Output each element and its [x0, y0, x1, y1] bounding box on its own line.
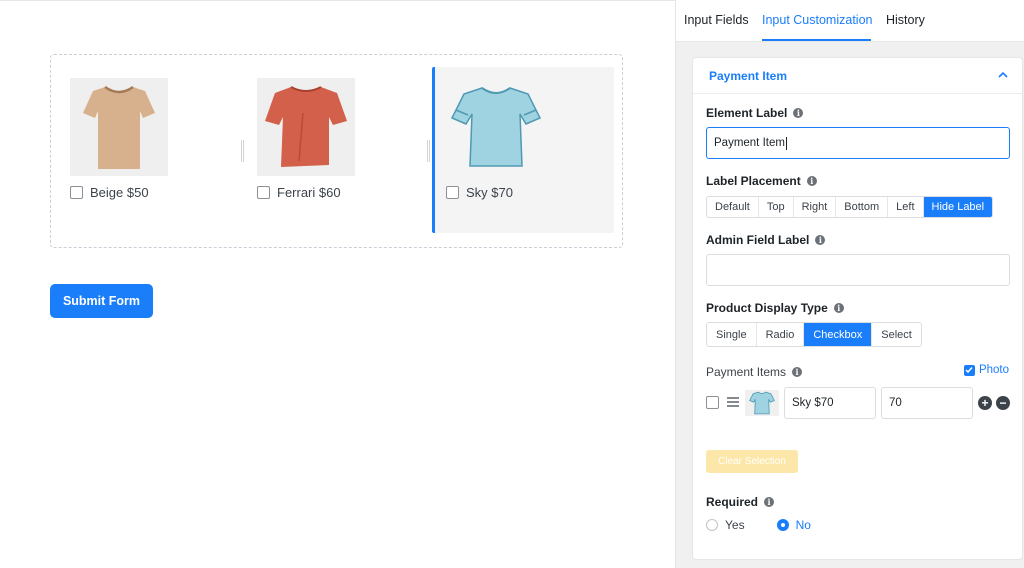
element-label-heading: Element Label i	[706, 106, 804, 120]
product-checkbox-row[interactable]: Ferrari $60	[257, 185, 341, 200]
product-image-beige	[70, 78, 168, 176]
product-checkbox[interactable]	[446, 186, 459, 199]
section-title: Payment Item	[709, 69, 788, 83]
product-option-beige[interactable]: Beige $50	[70, 67, 252, 233]
radio-label: No	[795, 518, 811, 532]
drag-handle-icon[interactable]	[241, 140, 244, 162]
tab-input-fields[interactable]: Input Fields	[684, 13, 749, 27]
photo-label: Photo	[978, 364, 1009, 376]
required-radio-group: Yes No	[706, 518, 811, 532]
form-editor: Beige $50 Ferrari $60 Sky $70 Submit For…	[0, 0, 1024, 568]
tshirt-icon	[450, 87, 542, 167]
info-icon: i	[764, 497, 775, 507]
clear-selection-button[interactable]: Clear Selection	[706, 450, 798, 473]
info-icon: i	[815, 235, 826, 245]
required-title: Required	[706, 495, 759, 509]
tshirt-icon	[83, 85, 155, 169]
product-option-sky[interactable]: Sky $70	[432, 67, 614, 233]
payment-item-row: Sky $70 70 + −	[706, 387, 1016, 419]
item-price-input[interactable]: 70	[881, 387, 973, 419]
product-label: Beige $50	[90, 185, 149, 200]
tab-history[interactable]: History	[886, 13, 925, 27]
label-placement-heading: Label Placement i	[706, 174, 817, 188]
placement-option-top[interactable]: Top	[759, 197, 794, 217]
display-type-heading: Product Display Type i	[706, 301, 844, 315]
tshirt-icon	[265, 86, 347, 167]
payment-items-heading: Payment Items i	[706, 365, 803, 379]
active-tab-indicator	[762, 39, 871, 41]
element-label-title: Element Label	[706, 106, 788, 120]
photo-checkbox[interactable]	[963, 364, 975, 376]
payment-items-title: Payment Items	[706, 365, 787, 379]
photo-toggle[interactable]: Photo	[963, 364, 1009, 376]
product-label: Ferrari $60	[277, 185, 341, 200]
display-option-checkbox[interactable]: Checkbox	[804, 323, 873, 346]
drag-menu-icon[interactable]	[727, 397, 739, 407]
admin-field-label-input[interactable]	[706, 254, 1010, 286]
drag-handle-icon[interactable]	[427, 140, 430, 162]
product-option-ferrari[interactable]: Ferrari $60	[257, 67, 439, 233]
radio-dot[interactable]	[776, 519, 789, 531]
radio-label: Yes	[725, 518, 745, 532]
display-option-single[interactable]: Single	[707, 323, 757, 346]
product-checkbox[interactable]	[70, 186, 83, 199]
info-icon: i	[806, 176, 817, 186]
product-label: Sky $70	[466, 185, 513, 200]
element-label-input[interactable]: Payment Item	[706, 127, 1010, 159]
display-type-segmented: Single Radio Checkbox Select	[706, 322, 922, 347]
label-placement-segmented: Default Top Right Bottom Left Hide Label	[706, 196, 994, 218]
payment-item-settings-card: Payment Item Element Label i Payment Ite…	[692, 57, 1023, 560]
info-icon: i	[833, 303, 844, 313]
info-icon: i	[792, 367, 803, 377]
remove-item-icon[interactable]: −	[996, 396, 1010, 410]
chevron-up-icon[interactable]	[998, 70, 1008, 80]
admin-field-label-title: Admin Field Label	[706, 233, 810, 247]
admin-field-label-heading: Admin Field Label i	[706, 233, 826, 247]
placement-option-default[interactable]: Default	[707, 197, 759, 217]
required-yes-radio[interactable]: Yes	[706, 518, 745, 532]
info-icon: i	[793, 108, 804, 118]
display-type-title: Product Display Type	[706, 301, 828, 315]
product-image-sky	[449, 78, 543, 176]
placement-option-bottom[interactable]: Bottom	[836, 197, 889, 217]
product-checkbox-row[interactable]: Sky $70	[446, 185, 513, 200]
item-photo-thumbnail[interactable]	[745, 390, 779, 416]
default-select-checkbox[interactable]	[706, 396, 719, 409]
check-icon	[965, 367, 973, 374]
product-image-ferrari	[257, 78, 355, 176]
submit-form-button[interactable]: Submit Form	[50, 284, 153, 318]
required-heading: Required i	[706, 495, 775, 509]
display-option-select[interactable]: Select	[872, 323, 921, 346]
radio-dot[interactable]	[706, 519, 718, 531]
placement-option-hide-label[interactable]: Hide Label	[923, 197, 993, 217]
label-placement-title: Label Placement	[706, 174, 801, 188]
tab-input-customization[interactable]: Input Customization	[762, 13, 872, 27]
display-option-radio[interactable]: Radio	[757, 323, 805, 346]
section-header[interactable]: Payment Item	[693, 58, 1022, 94]
settings-panel: Input Fields Input Customization History…	[675, 0, 1024, 568]
payment-item-group[interactable]: Beige $50 Ferrari $60 Sky $70	[50, 54, 623, 248]
product-checkbox[interactable]	[257, 186, 270, 199]
placement-option-right[interactable]: Right	[794, 197, 837, 217]
element-label-value: Payment Item	[714, 137, 785, 149]
item-name-input[interactable]: Sky $70	[784, 387, 876, 419]
required-no-radio[interactable]: No	[776, 518, 811, 532]
placement-option-left[interactable]: Left	[888, 197, 924, 217]
product-checkbox-row[interactable]: Beige $50	[70, 185, 149, 200]
add-item-icon[interactable]: +	[978, 396, 992, 410]
settings-tabs: Input Fields Input Customization History	[676, 0, 1024, 42]
tshirt-icon	[749, 391, 775, 415]
form-preview-canvas: Beige $50 Ferrari $60 Sky $70 Submit For…	[0, 0, 675, 568]
text-caret	[785, 136, 787, 150]
